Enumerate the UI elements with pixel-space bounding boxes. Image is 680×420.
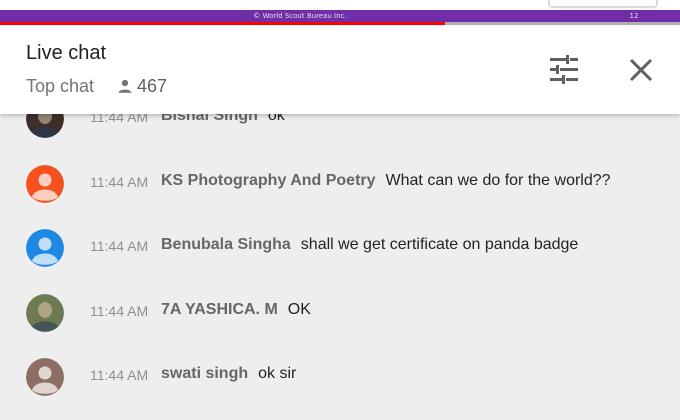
default-avatar[interactable] [26,164,64,203]
viewer-count: 467 [137,75,168,96]
person-avatar-icon [26,164,64,203]
chat-mode-selector[interactable]: Top chat [26,76,94,97]
chat-message[interactable]: 11:44 AM swati singh ok sir [0,345,680,409]
live-chat-header: Live chat Top chat 467 [0,26,680,114]
message-author[interactable]: KS Photography And Poetry [161,172,376,189]
message-line: Benubala Singha shall we get certificate … [161,236,578,254]
message-text: OK [287,300,311,318]
message-timestamp: 11:44 AM [90,238,149,254]
chat-filter-button[interactable] [546,52,582,88]
message-line: swati singh ok sir [161,365,296,383]
message-timestamp: 11:44 AM [90,367,149,383]
default-avatar[interactable] [26,229,64,267]
video-logo [548,0,658,8]
tune-icon [550,55,578,84]
message-text: shall we get certificate on panda badge [300,236,579,253]
profile-photo [26,293,64,332]
viewer-count-group: 467 [116,75,167,97]
message-timestamp: 11:44 AM [90,173,149,190]
close-icon [629,58,653,82]
message-author[interactable]: Benubala Singha [161,236,291,253]
message-timestamp: 11:44 AM [90,302,149,319]
person-icon [118,79,132,93]
video-slide-number: 12 [629,12,639,20]
live-chat-title: Live chat [26,42,107,64]
person-avatar-icon [26,358,64,396]
video-copyright-caption: © World Scout Bureau Inc. [253,12,347,20]
message-line: KS Photography And Poetry What can we do … [161,172,611,190]
video-progress-fill [0,22,446,25]
chat-message[interactable]: 11:44 AM KS Photography And Poetry What ca… [0,152,680,216]
video-player-strip[interactable]: © World Scout Bureau Inc. 12 [0,0,680,26]
person-avatar-icon [26,229,64,267]
chat-message[interactable]: 11:44 AM Benubala Singha shall we get cert… [0,216,680,280]
message-author[interactable]: swati singh [161,365,248,382]
message-author[interactable]: 7A YASHICA. M [161,301,278,318]
close-chat-button[interactable] [624,53,658,87]
default-avatar[interactable] [26,358,64,396]
photo-avatar[interactable] [26,293,64,332]
chat-message[interactable]: 11:44 AM 7A YASHICA. M OK [0,281,680,345]
message-text: ok sir [258,365,297,382]
message-line: 7A YASHICA. M OK [161,301,311,319]
message-text: What can we do for the world?? [385,171,611,189]
